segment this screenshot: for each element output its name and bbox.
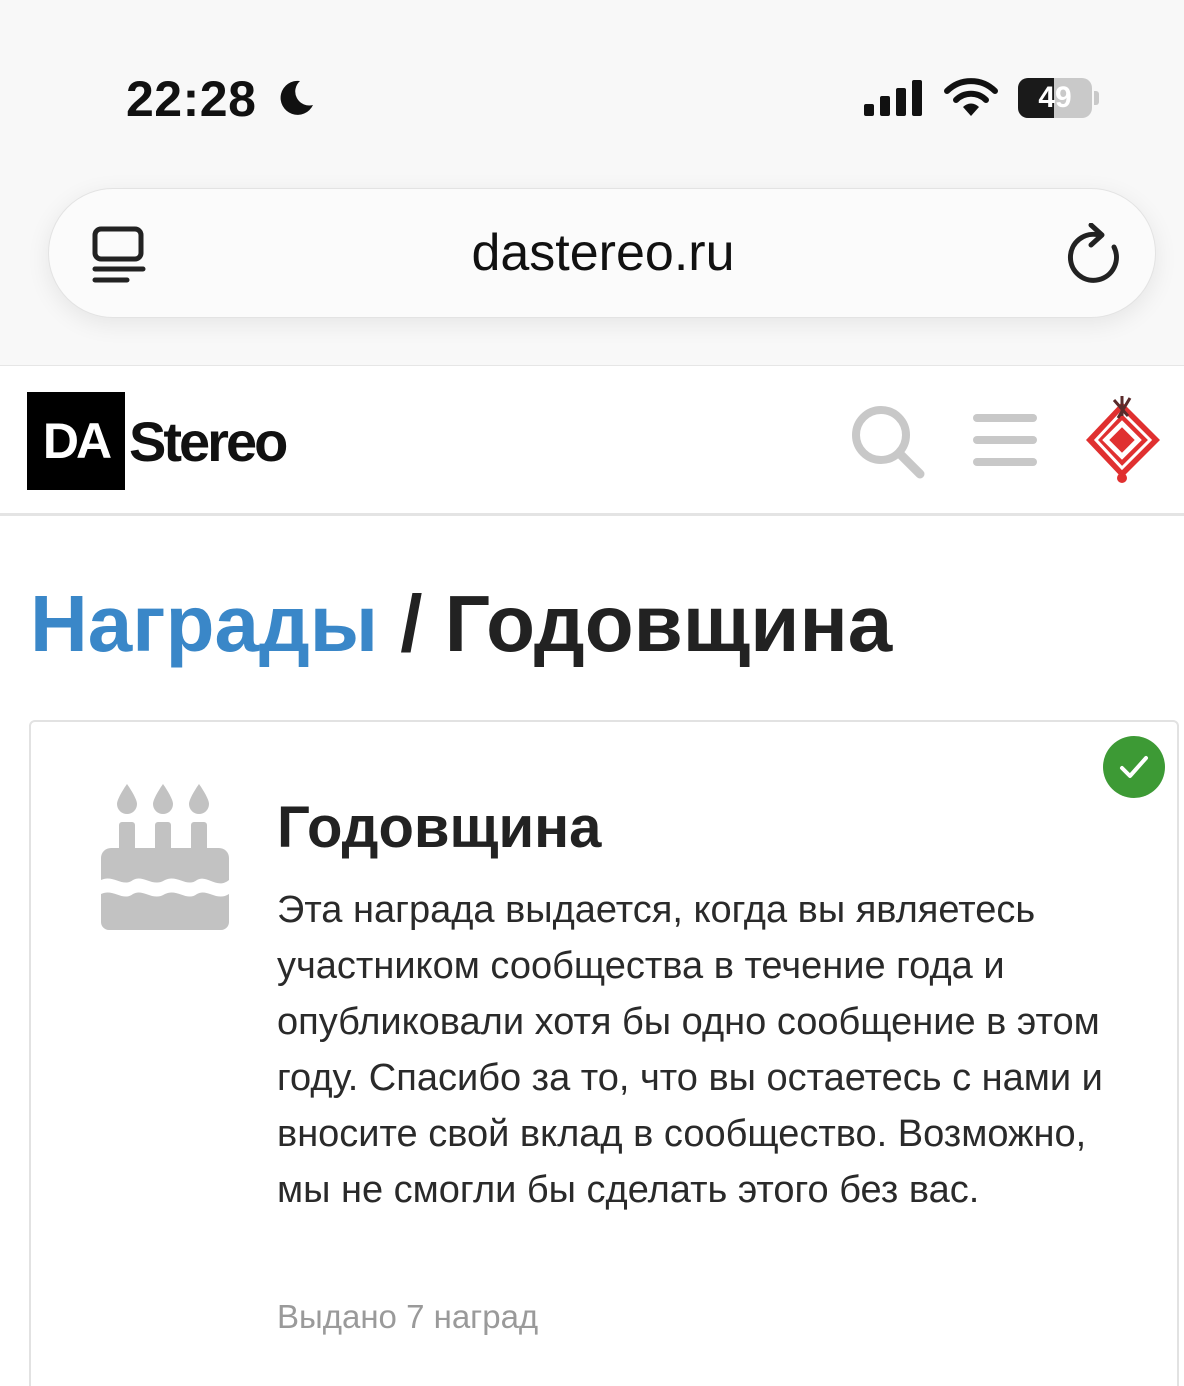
page-menu-icon[interactable]	[91, 225, 147, 285]
wifi-icon	[944, 78, 998, 116]
cellular-signal-icon	[864, 80, 922, 116]
battery-indicator: 49	[1018, 78, 1100, 118]
moon-icon	[280, 80, 313, 115]
site-logo[interactable]: DA Stereo	[27, 392, 288, 490]
logo-box: DA	[27, 392, 125, 490]
breadcrumb-awards-link[interactable]: Награды	[30, 579, 378, 668]
browser-chrome: dastereo.ru	[0, 140, 1184, 366]
reload-icon[interactable]	[1063, 223, 1123, 285]
award-title: Годовщина	[277, 795, 602, 860]
battery-cap	[1094, 91, 1099, 105]
status-time: 22:28	[126, 71, 257, 127]
battery-body: 49	[1018, 78, 1092, 118]
check-icon	[1120, 756, 1148, 778]
birthday-cake-icon	[101, 784, 229, 930]
search-icon[interactable]	[850, 404, 926, 480]
hamburger-menu-icon[interactable]	[972, 410, 1038, 470]
user-avatar[interactable]	[1082, 396, 1164, 486]
breadcrumb-separator: /	[400, 579, 423, 668]
battery-percent: 49	[1038, 81, 1072, 114]
logo-wordmark: Stereo	[129, 409, 288, 473]
url-text[interactable]: dastereo.ru	[49, 189, 1157, 319]
award-card: Годовщина Эта награда выдается, когда вы…	[29, 720, 1179, 1386]
page-heading: Годовщина	[444, 579, 893, 668]
address-bar[interactable]: dastereo.ru	[48, 188, 1156, 318]
earned-badge	[1103, 736, 1165, 798]
award-description: Эта награда выдается, когда вы являетесь…	[277, 889, 1103, 1211]
status-bar: 22:28 49	[0, 0, 1184, 140]
page-title: Награды / Годовщина	[30, 578, 892, 670]
site-header: DA Stereo	[0, 366, 1184, 516]
award-count: Выдано 7 наград	[277, 1298, 539, 1335]
